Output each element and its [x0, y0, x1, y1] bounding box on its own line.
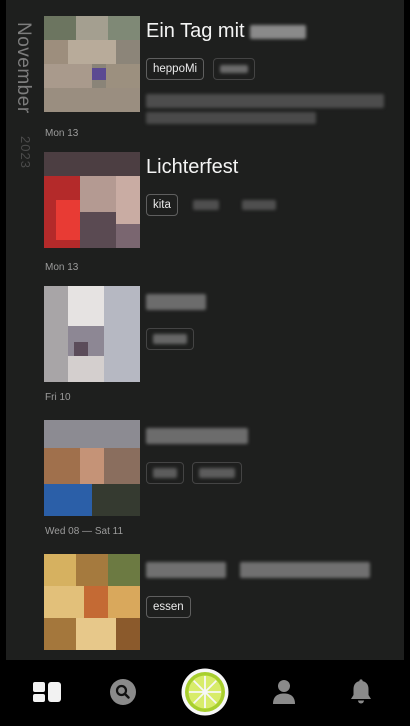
- entry-feed: Ein Tag mit heppoMi Mon 13 Lichterfest k…: [42, 14, 400, 660]
- entry-thumbnail[interactable]: [44, 420, 140, 516]
- tag-chip[interactable]: essen: [146, 596, 191, 618]
- tag-chip[interactable]: [192, 462, 243, 484]
- entry-thumbnail[interactable]: [44, 554, 140, 650]
- bell-icon: [349, 678, 373, 710]
- entry-description: [146, 94, 384, 124]
- bottom-nav-bar: [6, 660, 404, 726]
- search-icon: [109, 678, 137, 711]
- entry-card[interactable]: Fri 10: [42, 286, 400, 416]
- entry-tags: heppoMi: [146, 58, 259, 82]
- entry-thumbnail[interactable]: [44, 286, 140, 382]
- entry-card[interactable]: Lichterfest kita Mon 13: [42, 152, 400, 282]
- entry-title: [146, 290, 206, 313]
- feed-grid-icon: [32, 681, 62, 708]
- entry-date: Fri 10: [45, 392, 71, 403]
- nav-profile-button[interactable]: [264, 674, 304, 714]
- month-rail: November 2023: [10, 18, 42, 178]
- nav-search-button[interactable]: [103, 674, 143, 714]
- year-label: 2023: [18, 136, 33, 169]
- entry-tags: essen: [146, 596, 195, 620]
- tag-chip[interactable]: [186, 194, 226, 216]
- entry-date: Mon 13: [45, 128, 79, 139]
- entry-thumbnail[interactable]: [44, 16, 140, 112]
- tag-chip[interactable]: [146, 328, 194, 350]
- tag-chip[interactable]: [212, 58, 255, 80]
- entry-title: [146, 558, 370, 581]
- nav-notifications-button[interactable]: [341, 674, 381, 714]
- entry-title: Lichterfest: [146, 156, 239, 178]
- entry-title: [146, 424, 248, 447]
- profile-icon: [272, 679, 296, 710]
- entry-tags: [146, 328, 198, 352]
- month-label: November: [13, 22, 34, 114]
- lime-logo-icon: [181, 668, 229, 721]
- tag-chip[interactable]: heppoMi: [146, 58, 205, 80]
- entry-title: Ein Tag mit: [146, 20, 307, 43]
- entry-tags: kita: [146, 194, 287, 218]
- entry-date: Mon 13: [45, 262, 79, 273]
- tag-chip[interactable]: [146, 462, 184, 484]
- entry-card[interactable]: essen: [42, 554, 400, 660]
- entry-thumbnail[interactable]: [44, 152, 140, 248]
- entry-date: Wed 08 — Sat 11: [45, 526, 124, 537]
- entry-card[interactable]: Ein Tag mit heppoMi Mon 13: [42, 16, 400, 148]
- nav-feed-button[interactable]: [27, 674, 67, 714]
- app-screen: November 2023 Ein Tag mit heppoMi Mon 13…: [6, 0, 404, 726]
- nav-home-button[interactable]: [179, 668, 231, 720]
- tag-chip[interactable]: kita: [146, 194, 178, 216]
- entry-tags: [146, 462, 246, 486]
- tag-chip[interactable]: [235, 194, 283, 216]
- entry-card[interactable]: Wed 08 — Sat 11: [42, 420, 400, 550]
